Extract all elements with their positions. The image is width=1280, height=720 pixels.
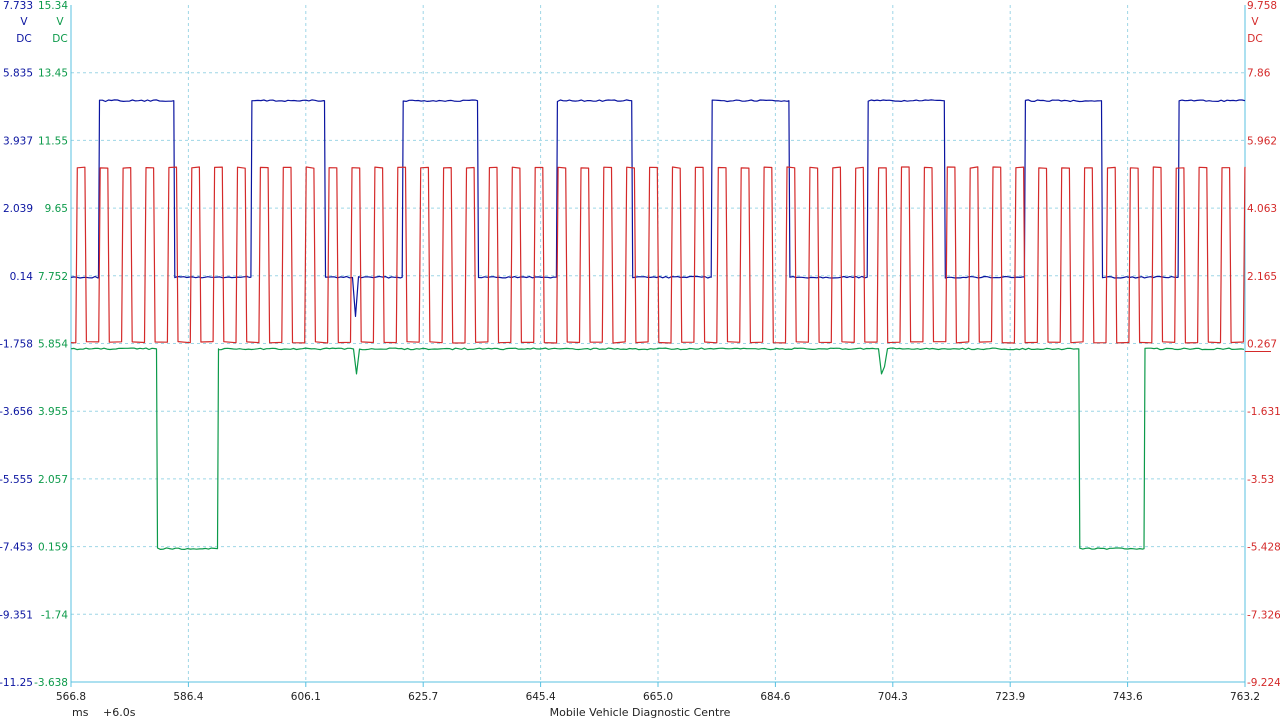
y-tick-label-green: 9.65 <box>45 203 68 215</box>
axis-coupling-label-blue: DC <box>16 33 31 45</box>
axis-unit-label-red: V <box>1251 16 1259 28</box>
y-tick-label-blue: -11.25 <box>0 677 33 689</box>
y-tick-label-green: 5.854 <box>38 339 68 351</box>
axis-unit-label-blue: V <box>20 16 28 28</box>
y-tick-label-red: -1.631 <box>1247 406 1280 418</box>
x-tick-label: 723.9 <box>995 691 1025 703</box>
chart-background <box>0 0 1280 720</box>
x-tick-label: 606.1 <box>291 691 321 703</box>
y-tick-label-blue: -1.758 <box>0 339 33 351</box>
y-tick-label-blue: 3.937 <box>3 135 33 147</box>
y-tick-label-green: -1.74 <box>41 609 68 621</box>
x-tick-label: 704.3 <box>878 691 908 703</box>
y-tick-label-blue: 5.835 <box>3 68 33 80</box>
time-unit-label: ms <box>72 706 89 719</box>
y-tick-label-green: 3.955 <box>38 406 68 418</box>
y-tick-label-green: -3.638 <box>34 677 68 689</box>
y-tick-label-red: -7.326 <box>1247 609 1280 621</box>
y-tick-label-green: 13.45 <box>38 68 68 80</box>
y-tick-label-blue: -5.555 <box>0 474 33 486</box>
x-tick-label: 645.4 <box>526 691 556 703</box>
x-tick-label: 684.6 <box>760 691 790 703</box>
x-tick-label: 665.0 <box>643 691 673 703</box>
x-tick-label: 763.2 <box>1230 691 1260 703</box>
y-tick-label-red: -5.428 <box>1247 542 1280 554</box>
y-tick-label-green: 0.159 <box>38 542 68 554</box>
y-tick-label-green: 11.55 <box>38 135 68 147</box>
y-tick-label-blue: 2.039 <box>3 203 33 215</box>
y-tick-label-red: 2.165 <box>1247 271 1277 283</box>
y-tick-label-blue: 0.14 <box>10 271 34 283</box>
branding-label: Mobile Vehicle Diagnostic Centre <box>550 706 731 719</box>
x-tick-label: 566.8 <box>56 691 86 703</box>
y-tick-label-blue: -7.453 <box>0 542 33 554</box>
y-tick-label-blue: -9.351 <box>0 609 33 621</box>
axis-coupling-label-green: DC <box>52 33 67 45</box>
y-tick-label-red: 0.267 <box>1247 339 1277 351</box>
y-tick-label-blue: -3.656 <box>0 406 33 418</box>
axis-coupling-label-red: DC <box>1247 33 1262 45</box>
y-tick-label-red: 5.962 <box>1247 135 1277 147</box>
y-tick-label-red: -9.224 <box>1247 677 1280 689</box>
x-tick-label: 586.4 <box>173 691 203 703</box>
y-tick-label-red: 7.86 <box>1247 68 1271 80</box>
y-tick-label-red: -3.53 <box>1247 474 1274 486</box>
x-tick-label: 743.6 <box>1113 691 1143 703</box>
y-tick-label-red: 4.063 <box>1247 203 1277 215</box>
axis-unit-label-green: V <box>56 16 64 28</box>
oscilloscope-chart: 7.733 5.835 3.937 2.039 0.14 -1.758 -3.656 -5.5… <box>0 0 1280 720</box>
y-tick-label-green: 15.34 <box>38 0 68 12</box>
y-tick-label-blue: 7.733 <box>3 0 33 12</box>
x-tick-label: 625.7 <box>408 691 438 703</box>
y-tick-label-green: 7.752 <box>38 271 68 283</box>
time-offset-label: +6.0s <box>103 706 136 719</box>
y-tick-label-red: 9.758 <box>1247 0 1277 12</box>
y-tick-label-green: 2.057 <box>38 474 68 486</box>
